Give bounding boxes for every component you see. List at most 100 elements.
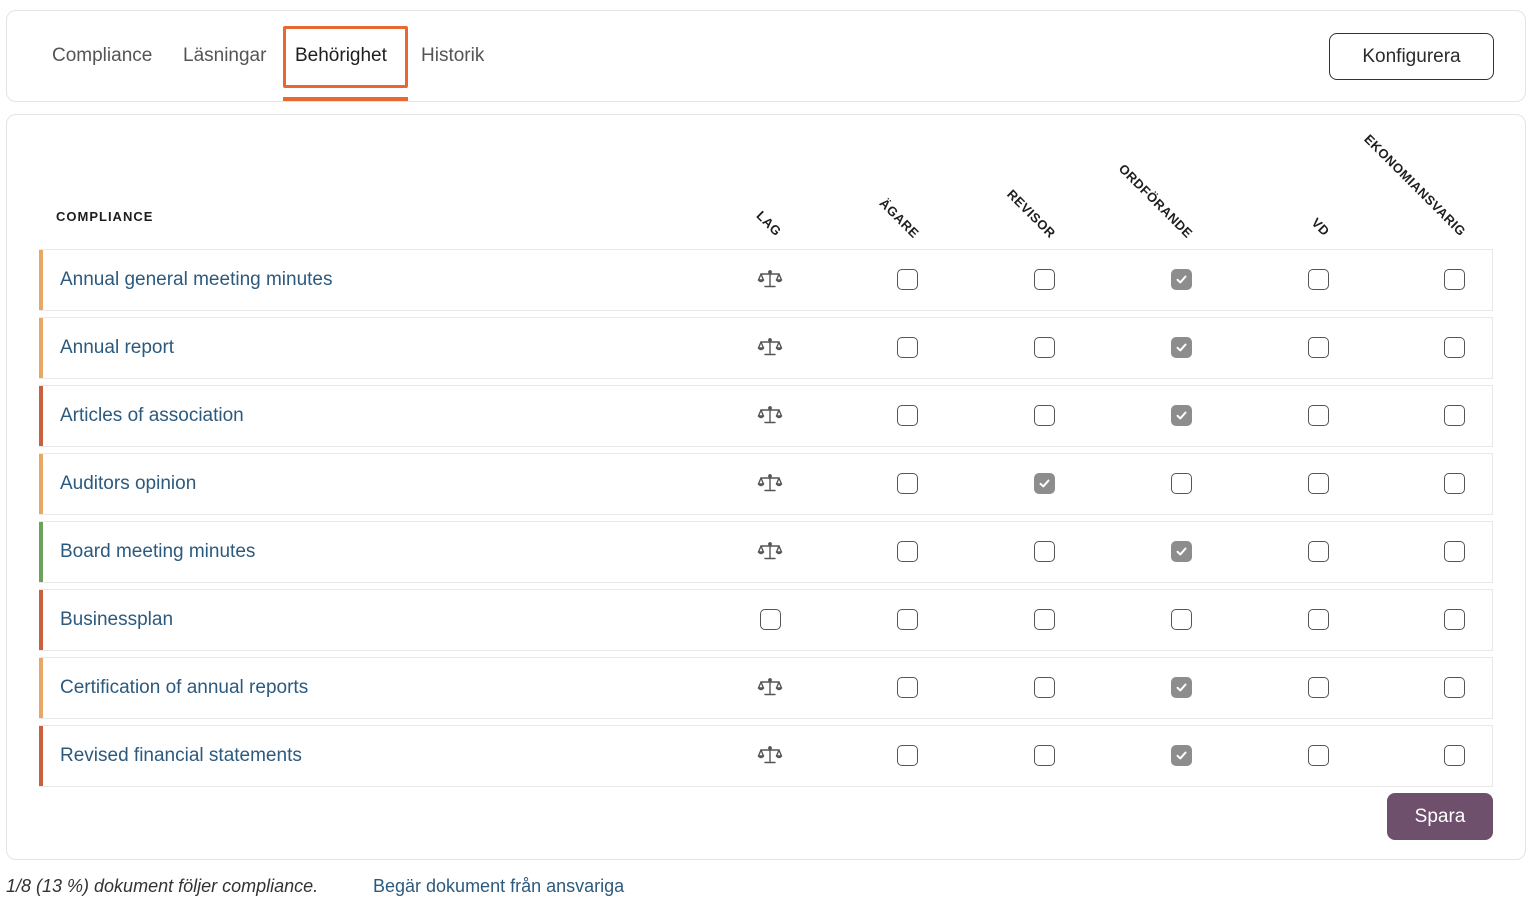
permission-cell-ekonomiansvarig [1443, 608, 1465, 630]
compliance-item-link[interactable]: Annual report [60, 337, 174, 359]
permission-checkbox[interactable] [1033, 336, 1055, 358]
column-header-ekonomiansvarig: EKONOMIANSVARIG [1361, 131, 1469, 239]
column-header-ordforande: ORDFÖRANDE [1115, 160, 1196, 241]
permission-cell-ekonomiansvarig [1443, 744, 1465, 766]
compliance-item-link[interactable]: Certification of annual reports [60, 677, 308, 699]
permission-checkbox[interactable] [1307, 472, 1329, 494]
status-color-bar [39, 658, 43, 718]
permission-cell-ordforande [1170, 336, 1192, 358]
permission-cell-ordforande [1170, 608, 1192, 630]
permission-checkbox[interactable] [1443, 472, 1465, 494]
tab-compliance[interactable]: Compliance [52, 45, 152, 67]
permission-checkbox[interactable] [1307, 676, 1329, 698]
compliance-column-title: COMPLIANCE [56, 209, 154, 224]
law-scale-icon [757, 404, 783, 426]
permission-cell-agare [896, 744, 918, 766]
permission-checkbox[interactable] [1307, 608, 1329, 630]
save-button[interactable]: Spara [1387, 793, 1493, 840]
permission-cell-agare [896, 676, 918, 698]
permission-checkbox[interactable] [1170, 608, 1192, 630]
permission-checkbox[interactable] [1443, 676, 1465, 698]
permission-cell-vd [1307, 676, 1329, 698]
tab-lasningar[interactable]: Läsningar [183, 45, 266, 67]
compliance-item-link[interactable]: Annual general meeting minutes [60, 269, 333, 291]
column-header-lag: LAG [753, 207, 785, 239]
permission-cell-ordforande [1170, 676, 1192, 698]
tab-behorighet[interactable]: Behörighet [295, 45, 387, 67]
permission-cell-ordforande [1170, 268, 1192, 290]
permission-checkbox[interactable] [1307, 336, 1329, 358]
permission-checkbox[interactable] [1170, 472, 1192, 494]
table-row: Businessplan [39, 589, 1493, 651]
table-row: Annual general meeting minutes [39, 249, 1493, 311]
permission-checkbox[interactable] [1033, 404, 1055, 426]
tab-bar: Compliance Läsningar Behörighet Historik… [6, 10, 1526, 102]
compliance-item-link[interactable]: Articles of association [60, 405, 244, 427]
permission-cell-ordforande [1170, 472, 1192, 494]
permissions-card: COMPLIANCE LAG ÄGARE REVISOR ORDFÖRANDE VD EK… [6, 114, 1526, 860]
permission-cell-ekonomiansvarig [1443, 472, 1465, 494]
configure-button[interactable]: Konfigurera [1329, 33, 1494, 80]
permission-checkbox[interactable] [1170, 540, 1192, 562]
permission-checkbox[interactable] [896, 608, 918, 630]
permission-checkbox[interactable] [1170, 336, 1192, 358]
permission-checkbox[interactable] [1443, 404, 1465, 426]
permission-checkbox[interactable] [1170, 404, 1192, 426]
permission-checkbox[interactable] [896, 336, 918, 358]
permission-checkbox[interactable] [1443, 268, 1465, 290]
permission-cell-ekonomiansvarig [1443, 676, 1465, 698]
permission-checkbox[interactable] [1307, 404, 1329, 426]
permission-checkbox[interactable] [1170, 744, 1192, 766]
checkbox[interactable] [759, 608, 781, 630]
permission-checkbox[interactable] [1033, 268, 1055, 290]
table-row: Board meeting minutes [39, 521, 1493, 583]
compliance-item-link[interactable]: Board meeting minutes [60, 541, 255, 563]
permission-checkbox[interactable] [1033, 540, 1055, 562]
tab-historik[interactable]: Historik [421, 45, 484, 67]
permission-checkbox[interactable] [896, 676, 918, 698]
permission-checkbox[interactable] [1033, 608, 1055, 630]
permission-checkbox[interactable] [1443, 540, 1465, 562]
compliance-item-link[interactable]: Auditors opinion [60, 473, 196, 495]
permission-cell-revisor [1033, 336, 1055, 358]
compliance-item-link[interactable]: Revised financial statements [60, 745, 302, 767]
permission-cell-ekonomiansvarig [1443, 540, 1465, 562]
permission-checkbox[interactable] [1443, 336, 1465, 358]
permission-checkbox[interactable] [1170, 676, 1192, 698]
law-scale-icon [757, 676, 783, 698]
status-color-bar [39, 454, 43, 514]
status-color-bar [39, 522, 43, 582]
status-color-bar [39, 250, 43, 310]
table-row: Annual report [39, 317, 1493, 379]
permission-checkbox[interactable] [1443, 744, 1465, 766]
permission-checkbox[interactable] [896, 540, 918, 562]
permission-cell-revisor [1033, 608, 1055, 630]
permission-checkbox[interactable] [1307, 268, 1329, 290]
table-row: Auditors opinion [39, 453, 1493, 515]
request-documents-link[interactable]: Begär dokument från ansvariga [373, 876, 624, 897]
compliance-item-link[interactable]: Businessplan [60, 609, 173, 631]
permission-checkbox[interactable] [1033, 676, 1055, 698]
permission-cell-ordforande [1170, 404, 1192, 426]
permission-checkbox[interactable] [896, 744, 918, 766]
permission-checkbox[interactable] [1307, 540, 1329, 562]
status-color-bar [39, 318, 43, 378]
permission-cell-agare [896, 540, 918, 562]
law-checkbox[interactable] [759, 608, 781, 630]
permission-checkbox[interactable] [1307, 744, 1329, 766]
permission-checkbox[interactable] [1033, 744, 1055, 766]
permission-checkbox[interactable] [1033, 472, 1055, 494]
permission-checkbox[interactable] [896, 472, 918, 494]
permission-checkbox[interactable] [896, 268, 918, 290]
permission-checkbox[interactable] [1170, 268, 1192, 290]
permission-cell-agare [896, 404, 918, 426]
permission-checkbox[interactable] [1443, 608, 1465, 630]
permission-cell-revisor [1033, 676, 1055, 698]
status-color-bar [39, 590, 43, 650]
permission-cell-ordforande [1170, 744, 1192, 766]
permission-cell-revisor [1033, 404, 1055, 426]
status-color-bar [39, 386, 43, 446]
permission-checkbox[interactable] [896, 404, 918, 426]
column-header-agare: ÄGARE [876, 195, 923, 241]
law-scale-icon [757, 268, 783, 290]
